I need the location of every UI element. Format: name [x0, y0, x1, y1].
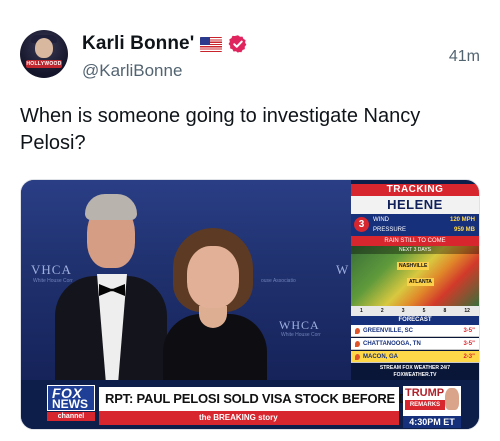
weather-tracking-label: TRACKING: [351, 184, 479, 196]
side-title: TRUMP: [405, 387, 445, 399]
event-backdrop: VHCA White House Corr WHCA White House C…: [21, 180, 351, 386]
tweet-media-image[interactable]: VHCA White House Corr WHCA White House C…: [20, 179, 480, 430]
map-city-label: NASHVILLE: [397, 262, 430, 270]
scale-tick: 3: [401, 308, 405, 314]
pressure-value: 959 MB: [453, 227, 475, 233]
forecast-amount: 2-3": [463, 354, 475, 360]
rain-banner: RAIN STILL TO COME: [351, 236, 479, 246]
weather-panel: TRACKING HELENE 3 WIND 120 MPH PRESSURE …: [351, 184, 479, 380]
forecast-title: FORECAST: [351, 316, 479, 325]
forecast-amount: 3-5": [463, 328, 475, 334]
side-box: TRUMP REMARKS: [403, 386, 461, 416]
wind-row: WIND 120 MPH: [373, 215, 477, 225]
pressure-row: PRESSURE 959 MB: [373, 225, 477, 235]
avatar[interactable]: HOLLYWOOD: [20, 30, 68, 78]
scale-tick: 12: [464, 308, 470, 314]
storm-category-badge: 3: [354, 217, 369, 232]
avatar-face: [35, 38, 53, 58]
headline-bar: RPT: PAUL PELOSI SOLD VISA STOCK BEFORE …: [99, 387, 457, 411]
backdrop-logo-text: WHCA: [279, 318, 320, 332]
forecast-row: MACON, GA 2-3": [351, 351, 479, 363]
woman-figure: [159, 222, 269, 384]
ticker-bar: the BREAKING story: [99, 411, 399, 425]
logo-bottom-text: NEWS: [52, 397, 88, 411]
user-handle[interactable]: @KarliBonne: [82, 61, 182, 81]
timestamp[interactable]: 41m: [449, 48, 480, 66]
map-pin-icon: [355, 354, 360, 360]
rainfall-map: [351, 246, 479, 306]
news-chyron: FOX NEWS channel RPT: PAUL PELOSI SOLD V…: [21, 380, 479, 429]
weather-header: TRACKING HELENE: [351, 184, 479, 214]
display-name[interactable]: Karli Bonne': [82, 33, 194, 55]
wind-value: 120 MPH: [449, 217, 475, 223]
storm-stats: 3 WIND 120 MPH PRESSURE 959 MB: [351, 214, 479, 236]
forecast-row: CHATTANOOGA, TN 3-5": [351, 338, 479, 350]
forecast-city: CHATTANOOGA, TN: [363, 341, 421, 347]
stream-promo: STREAM FOX WEATHER 24/7 FOXWEATHER.TV: [351, 364, 479, 380]
wind-label: WIND: [373, 217, 389, 223]
us-flag-icon: [200, 36, 223, 52]
scale-tick: 1: [360, 308, 363, 314]
backdrop-logo-text: W: [336, 262, 350, 277]
tweet-header: HOLLYWOOD Karli Bonne' @KarliBonne 41m: [20, 20, 480, 90]
avatar-label: HOLLYWOOD: [26, 60, 62, 68]
scale-tick: 8: [443, 308, 447, 314]
logo-channel-text: channel: [47, 412, 95, 421]
map-pin-icon: [355, 341, 360, 347]
side-subtitle: REMARKS: [405, 400, 445, 410]
forecast-row: GREENVILLE, SC 3-5": [351, 325, 479, 337]
map-title: NEXT 3 DAYS: [351, 246, 479, 254]
tweet-text: When is someone going to investigate Nan…: [20, 105, 421, 154]
broadcast-clock: 4:30PM ET: [403, 416, 461, 428]
storm-name: HELENE: [387, 197, 443, 212]
man-figure: [55, 188, 167, 386]
pressure-label: PRESSURE: [373, 227, 407, 233]
name-row: Karli Bonne': [82, 32, 248, 56]
forecast-amount: 3-5": [463, 341, 475, 347]
stream-url: FOXWEATHER.TV: [393, 372, 437, 378]
map-city-label: ATLANTA: [407, 278, 434, 286]
stream-line: STREAM FOX WEATHER 24/7: [379, 365, 451, 371]
rainfall-scale: 1 2 3 5 8 12: [351, 306, 479, 316]
fox-news-logo: FOX NEWS channel: [47, 385, 95, 423]
ticker-text: the BREAKING story: [199, 413, 278, 422]
scale-tick: 2: [380, 308, 384, 314]
forecast-city: GREENVILLE, SC: [363, 328, 414, 334]
backdrop-sub-text: White House Corr: [281, 332, 321, 338]
forecast-city: MACON, GA: [363, 354, 398, 360]
verified-badge-icon[interactable]: [228, 34, 248, 54]
side-portrait: [445, 388, 459, 410]
scale-tick: 5: [422, 308, 426, 314]
map-pin-icon: [355, 328, 360, 334]
